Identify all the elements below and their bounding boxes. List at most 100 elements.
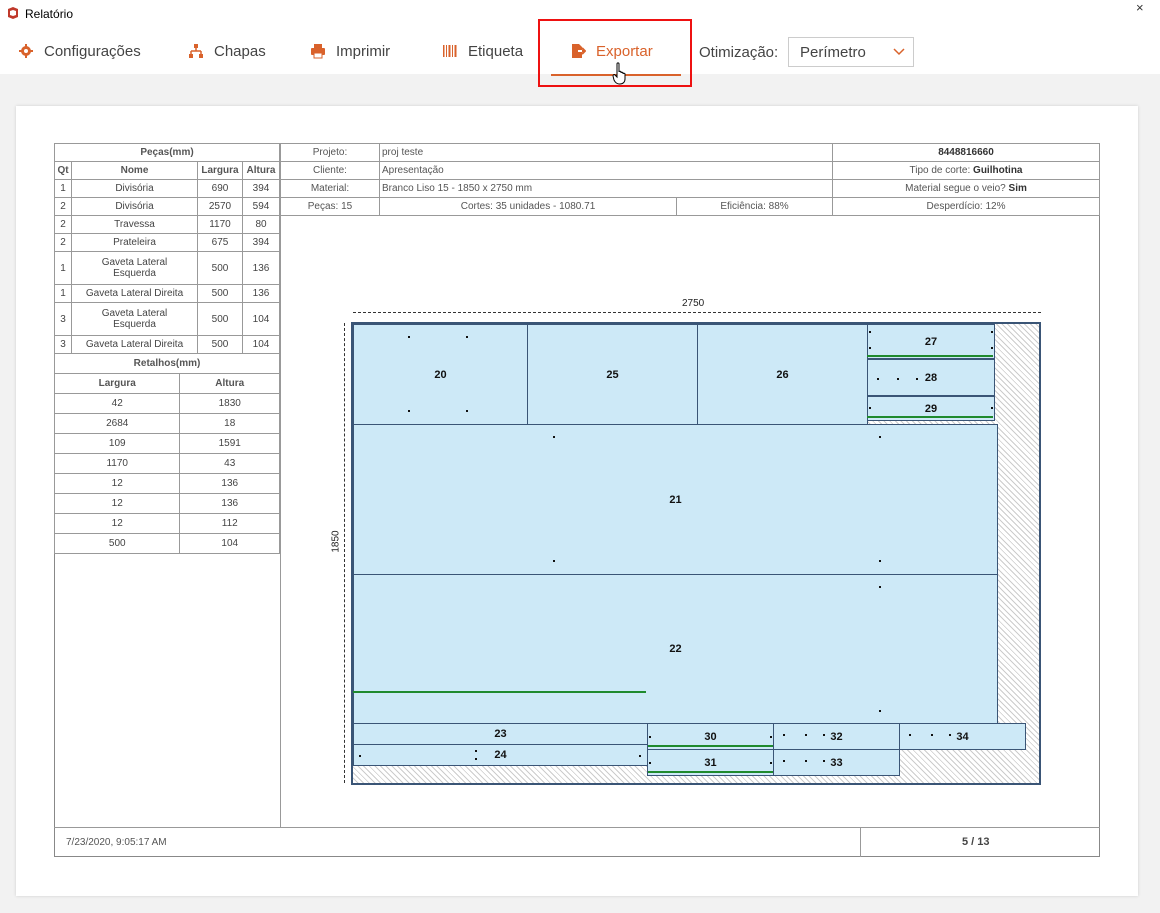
width-dimension-line xyxy=(353,312,1041,313)
cell: Gaveta Lateral Esquerda xyxy=(71,251,198,285)
drill-mark xyxy=(770,762,772,764)
edge-band-line xyxy=(867,355,993,357)
piece-label: 29 xyxy=(924,402,938,415)
piece-label: 28 xyxy=(924,371,938,384)
pecas-header: Qt xyxy=(54,161,72,180)
drill-mark xyxy=(649,762,651,764)
retalhos-title: Retalhos(mm) xyxy=(54,353,280,374)
cell: 500 xyxy=(53,533,181,554)
pecas-header: Altura xyxy=(242,161,280,180)
piece-label: 31 xyxy=(704,756,717,769)
cliente-value: Apresentação xyxy=(379,161,833,180)
cell: 1 xyxy=(54,251,72,285)
cell: 1 xyxy=(54,284,72,303)
drill-mark xyxy=(805,734,807,736)
piece-21: 21 xyxy=(353,424,998,575)
cell: 2 xyxy=(54,215,72,234)
cell: Divisória xyxy=(71,179,198,198)
cell: 500 xyxy=(197,251,243,285)
imprimir-label: Imprimir xyxy=(336,42,391,60)
drill-mark xyxy=(805,760,807,762)
drill-mark xyxy=(991,407,993,409)
piece-28: 28 xyxy=(867,359,995,396)
configuracoes-button[interactable]: Configurações xyxy=(18,28,141,74)
table-row: 1 Divisória 690 394 xyxy=(54,179,280,198)
report-date: 7/23/2020, 9:05:17 AM xyxy=(66,837,167,848)
chapas-button[interactable]: Chapas xyxy=(188,28,266,74)
height-dimension-line xyxy=(344,323,345,783)
retalhos-header: Altura xyxy=(179,373,280,394)
cell: 136 xyxy=(179,473,280,494)
cell: 42 xyxy=(53,393,181,414)
cortes-value: Cortes: 35 unidades - 1080.71 xyxy=(379,197,677,216)
piece-26: 26 xyxy=(697,324,868,425)
cell: 12 xyxy=(53,513,181,534)
drill-mark xyxy=(991,347,993,349)
page-number: 5 / 13 xyxy=(962,836,990,848)
retalhos-header: Largura xyxy=(53,373,181,394)
table-row: 2 Prateleira 675 394 xyxy=(54,233,280,252)
cell: 675 xyxy=(197,233,243,252)
table-row: 12 136 xyxy=(53,493,280,514)
edge-band-line xyxy=(648,745,773,747)
configuracoes-label: Configurações xyxy=(44,42,141,60)
drill-mark xyxy=(823,734,825,736)
cell: 500 xyxy=(197,284,243,303)
cell: 18 xyxy=(179,413,280,434)
table-row: 1 Gaveta Lateral Direita 500 136 xyxy=(54,284,280,303)
codigo-value: 8448816660 xyxy=(832,143,1100,162)
drill-mark xyxy=(877,378,879,380)
drill-mark xyxy=(897,378,899,380)
window-title: Relatório xyxy=(25,7,74,21)
hand-cursor-icon xyxy=(612,62,626,85)
piece-label: 21 xyxy=(669,493,682,506)
cell: 12 xyxy=(53,493,181,514)
edge-band-line xyxy=(353,691,646,693)
retalhos-table: Retalhos(mm) Largura Altura 42 1830 2684 18… xyxy=(53,353,280,554)
table-row: 500 104 xyxy=(53,533,280,554)
drill-mark xyxy=(869,407,871,409)
piece-label: 34 xyxy=(956,730,969,743)
cell: 2 xyxy=(54,197,72,216)
drill-mark xyxy=(869,347,871,349)
piece-label: 30 xyxy=(704,730,717,743)
drill-mark xyxy=(909,734,911,736)
piece-33: 33 xyxy=(773,749,900,776)
drill-mark xyxy=(879,586,881,588)
height-dimension-label: 1850 xyxy=(330,530,342,553)
gear-icon xyxy=(19,44,33,58)
chapas-label: Chapas xyxy=(214,42,266,60)
cell: 594 xyxy=(242,197,280,216)
cell: 3 xyxy=(54,335,72,354)
cell: 1591 xyxy=(179,433,280,454)
cell: 12 xyxy=(53,473,181,494)
desperdicio-value: Desperdício: 12% xyxy=(832,197,1100,216)
piece-32: 32 xyxy=(773,723,900,750)
piece-label: 33 xyxy=(830,756,843,769)
close-icon[interactable]: × xyxy=(1136,0,1144,15)
pecas-table: Peças(mm) Qt Nome Largura Altura 1 Divisó… xyxy=(54,143,280,354)
drill-mark xyxy=(783,734,785,736)
piece-20: 20 xyxy=(353,324,528,425)
otimizacao-value: Perímetro xyxy=(800,44,866,61)
pecas-title: Peças(mm) xyxy=(54,143,280,162)
cell: 1 xyxy=(54,179,72,198)
etiqueta-button[interactable]: Etiqueta xyxy=(442,28,523,74)
cell: 136 xyxy=(242,251,280,285)
chevron-down-icon xyxy=(893,48,905,56)
table-row: 3 Gaveta Lateral Esquerda 500 104 xyxy=(54,302,280,336)
table-row: 3 Gaveta Lateral Direita 500 104 xyxy=(54,335,280,354)
barcode-icon xyxy=(443,45,457,57)
cell: 112 xyxy=(179,513,280,534)
drill-mark xyxy=(879,710,881,712)
otimizacao-select[interactable]: Perímetro xyxy=(788,37,914,67)
edge-band-line xyxy=(648,771,773,773)
imprimir-button[interactable]: Imprimir xyxy=(310,28,390,74)
cell: Prateleira xyxy=(71,233,198,252)
cell: 136 xyxy=(242,284,280,303)
tipo-corte-value: Guilhotina xyxy=(973,165,1023,176)
drill-mark xyxy=(359,755,361,757)
cell: 109 xyxy=(53,433,181,454)
table-row: 2 Divisória 2570 594 xyxy=(54,197,280,216)
cell: 3 xyxy=(54,302,72,336)
